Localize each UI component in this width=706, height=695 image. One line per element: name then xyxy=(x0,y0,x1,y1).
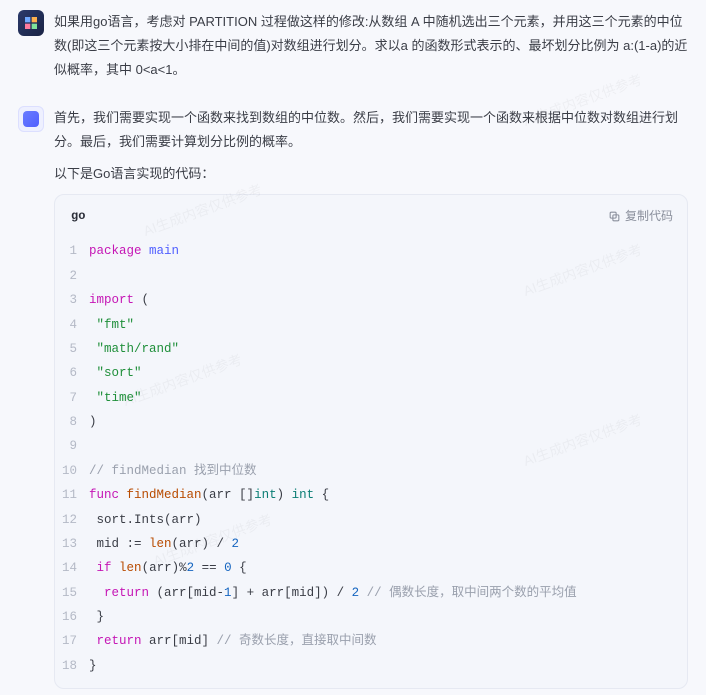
code-body[interactable]: 1package main23import (4 "fmt"5 "math/ra… xyxy=(55,235,687,688)
code-line: 2 xyxy=(55,264,687,288)
line-content: package main xyxy=(89,239,687,263)
line-number: 7 xyxy=(55,386,89,410)
line-number: 5 xyxy=(55,337,89,361)
line-number: 14 xyxy=(55,556,89,580)
code-line: 3import ( xyxy=(55,288,687,312)
code-line: 12 sort.Ints(arr) xyxy=(55,508,687,532)
ai-message-body: 首先，我们需要实现一个函数来找到数组的中位数。然后，我们需要实现一个函数来根据中… xyxy=(54,106,688,689)
code-line: 17 return arr[mid] // 奇数长度，直接取中间数 xyxy=(55,629,687,653)
code-line: 7 "time" xyxy=(55,386,687,410)
line-number: 4 xyxy=(55,313,89,337)
code-block-header: go 复制代码 xyxy=(55,195,687,235)
code-line: 18} xyxy=(55,654,687,678)
code-line: 1package main xyxy=(55,239,687,263)
user-message-row: 如果用go语言，考虑对 PARTITION 过程做这样的修改:从数组 A 中随机… xyxy=(0,0,706,88)
line-content: func findMedian(arr []int) int { xyxy=(89,483,687,507)
user-avatar-icon xyxy=(23,15,39,31)
line-number: 17 xyxy=(55,629,89,653)
ai-paragraph: 以下是Go语言实现的代码： xyxy=(54,162,688,186)
avatar xyxy=(18,10,44,36)
copy-code-button[interactable]: 复制代码 xyxy=(608,205,673,227)
line-content: import ( xyxy=(89,288,687,312)
code-line: 6 "sort" xyxy=(55,361,687,385)
code-line: 9 xyxy=(55,434,687,458)
line-number: 13 xyxy=(55,532,89,556)
copy-code-label: 复制代码 xyxy=(625,205,673,227)
avatar xyxy=(18,106,44,132)
line-number: 6 xyxy=(55,361,89,385)
line-number: 1 xyxy=(55,239,89,263)
line-content: // findMedian 找到中位数 xyxy=(89,459,687,483)
line-content xyxy=(89,434,687,458)
code-line: 5 "math/rand" xyxy=(55,337,687,361)
code-line: 4 "fmt" xyxy=(55,313,687,337)
line-content: return arr[mid] // 奇数长度，直接取中间数 xyxy=(89,629,687,653)
code-line: 16 } xyxy=(55,605,687,629)
line-content: ) xyxy=(89,410,687,434)
code-language-label: go xyxy=(71,205,85,227)
line-number: 8 xyxy=(55,410,89,434)
code-line: 13 mid := len(arr) / 2 xyxy=(55,532,687,556)
code-line: 10// findMedian 找到中位数 xyxy=(55,459,687,483)
line-content: sort.Ints(arr) xyxy=(89,508,687,532)
line-content: "fmt" xyxy=(89,313,687,337)
line-content: } xyxy=(89,605,687,629)
ai-paragraph: 首先，我们需要实现一个函数来找到数组的中位数。然后，我们需要实现一个函数来根据中… xyxy=(54,106,688,154)
line-content xyxy=(89,264,687,288)
code-block: go 复制代码 1package main23import (4 "fmt"5 … xyxy=(54,194,688,689)
line-number: 9 xyxy=(55,434,89,458)
code-line: 15 return (arr[mid-1] + arr[mid]) / 2 //… xyxy=(55,581,687,605)
line-number: 2 xyxy=(55,264,89,288)
ai-avatar-icon xyxy=(23,111,39,127)
line-content: } xyxy=(89,654,687,678)
line-number: 15 xyxy=(55,581,89,605)
line-content: "time" xyxy=(89,386,687,410)
line-number: 10 xyxy=(55,459,89,483)
line-content: "math/rand" xyxy=(89,337,687,361)
line-number: 11 xyxy=(55,483,89,507)
line-number: 16 xyxy=(55,605,89,629)
line-content: "sort" xyxy=(89,361,687,385)
line-number: 3 xyxy=(55,288,89,312)
code-line: 8) xyxy=(55,410,687,434)
line-content: if len(arr)%2 == 0 { xyxy=(89,556,687,580)
code-line: 14 if len(arr)%2 == 0 { xyxy=(55,556,687,580)
line-content: return (arr[mid-1] + arr[mid]) / 2 // 偶数… xyxy=(89,581,687,605)
user-message-text: 如果用go语言，考虑对 PARTITION 过程做这样的修改:从数组 A 中随机… xyxy=(54,10,688,82)
line-number: 12 xyxy=(55,508,89,532)
line-number: 18 xyxy=(55,654,89,678)
line-content: mid := len(arr) / 2 xyxy=(89,532,687,556)
code-line: 11func findMedian(arr []int) int { xyxy=(55,483,687,507)
copy-icon xyxy=(608,210,621,223)
ai-message-row: 首先，我们需要实现一个函数来找到数组的中位数。然后，我们需要实现一个函数来根据中… xyxy=(0,88,706,695)
